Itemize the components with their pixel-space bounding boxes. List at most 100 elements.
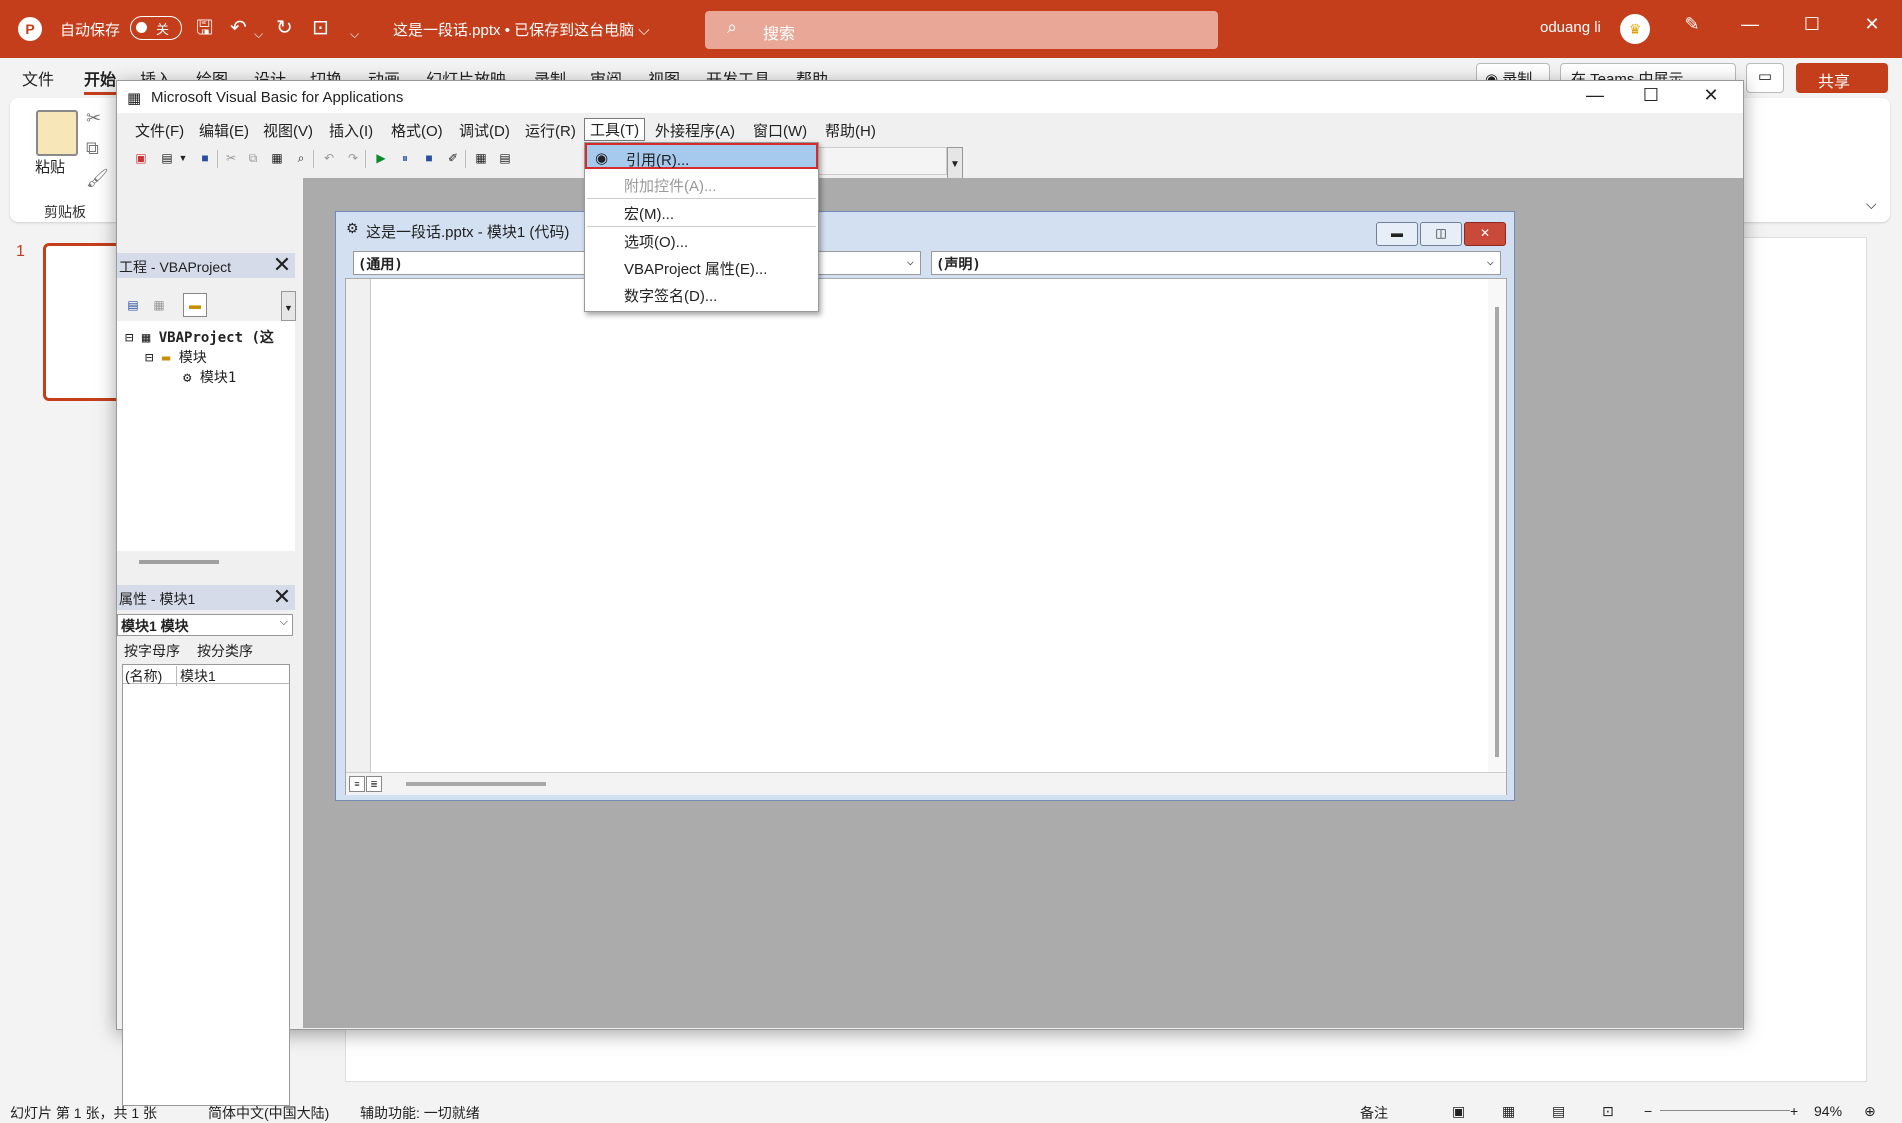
tree-folder-modules[interactable]: ⊟ ▬ 模块: [145, 347, 207, 367]
project-tree-hscrollbar[interactable]: [117, 551, 295, 573]
procedure-view-icon[interactable]: ≡: [349, 776, 365, 792]
slideshow-view-icon[interactable]: ⊡: [1602, 1103, 1614, 1120]
zoom-out-icon[interactable]: −: [1644, 1103, 1652, 1119]
vba-maximize-icon[interactable]: ☐: [1631, 85, 1671, 106]
vba-menu-edit[interactable]: 编辑(E): [199, 120, 249, 141]
pen-icon[interactable]: ✎: [1672, 14, 1712, 35]
procedure-combo[interactable]: (声明) ⌵: [931, 251, 1501, 275]
language-status[interactable]: 简体中文(中国大陆): [208, 1103, 329, 1123]
undo-dropdown-icon[interactable]: ⌵: [254, 22, 263, 46]
toolbar-overflow-icon[interactable]: ▼: [947, 147, 963, 179]
paste-icon[interactable]: [36, 110, 78, 156]
vba-close-icon[interactable]: ✕: [1691, 85, 1731, 106]
project-toolbar-overflow-icon[interactable]: ▼: [281, 291, 296, 321]
maximize-icon[interactable]: ☐: [1792, 14, 1832, 35]
format-painter-icon[interactable]: 🖌: [86, 168, 109, 189]
code-editor[interactable]: ≡ ≣: [345, 278, 1507, 795]
pause-icon[interactable]: ⏸: [397, 150, 413, 166]
vba-menu-file[interactable]: 文件(F): [135, 120, 184, 141]
menu-item-options[interactable]: 选项(O)...: [585, 227, 818, 253]
cut-icon[interactable]: ✂: [86, 108, 101, 129]
tab-alphabetic[interactable]: 按字母序: [124, 641, 180, 661]
share-button[interactable]: 共享: [1796, 63, 1888, 93]
accessibility-status[interactable]: 辅助功能: 一切就绪: [360, 1103, 480, 1123]
view-object-icon[interactable]: ▦: [147, 293, 171, 317]
slide-sorter-icon[interactable]: ▦: [1502, 1103, 1515, 1120]
toggle-folders-icon[interactable]: ▬: [183, 293, 207, 317]
zoom-in-icon[interactable]: +: [1790, 1103, 1798, 1119]
code-vscrollbar[interactable]: [1488, 279, 1506, 772]
zoom-level[interactable]: 94%: [1814, 1103, 1842, 1119]
copy-icon[interactable]: ⧉: [86, 138, 99, 159]
code-restore-icon[interactable]: ◫: [1420, 222, 1462, 246]
vba-minimize-icon[interactable]: —: [1575, 85, 1615, 106]
code-minimize-icon[interactable]: ▬: [1376, 222, 1418, 246]
customize-qat-icon[interactable]: ⌵: [350, 22, 359, 46]
properties-object-combo[interactable]: 模块1 模块 ⌵: [117, 614, 293, 636]
autosave-toggle[interactable]: 关: [130, 16, 182, 40]
project-pane-close-icon[interactable]: ✕: [271, 254, 293, 276]
redo-icon[interactable]: ↷: [345, 150, 361, 166]
view-code-icon[interactable]: ▤: [121, 293, 145, 317]
design-mode-icon[interactable]: ✐: [445, 150, 461, 166]
tree-module-1[interactable]: ⚙ 模块1: [183, 367, 236, 387]
search-box[interactable]: ⌕ 搜索: [705, 11, 1218, 49]
vba-menu-format[interactable]: 格式(O): [391, 120, 443, 141]
avatar[interactable]: ♛: [1620, 14, 1650, 44]
tab-file[interactable]: 文件: [22, 66, 54, 90]
view-powerpoint-icon[interactable]: ▣: [133, 150, 149, 166]
vba-menu-insert[interactable]: 插入(I): [329, 120, 373, 141]
save-project-icon[interactable]: ■: [197, 150, 213, 166]
fit-slide-icon[interactable]: ⊕: [1864, 1103, 1876, 1120]
undo-icon[interactable]: ↶: [230, 16, 247, 40]
ribbon-collapse-icon[interactable]: ⌵: [1866, 196, 1877, 213]
property-row-name[interactable]: (名称) 模块1: [123, 665, 289, 686]
present-icon[interactable]: ⊡: [312, 16, 329, 40]
vba-menu-run[interactable]: 运行(R): [525, 120, 576, 141]
document-title[interactable]: 这是一段话.pptx • 已保存到这台电脑 ⌵: [393, 19, 650, 40]
insert-module-icon[interactable]: ▤: [159, 150, 175, 166]
tree-root[interactable]: ⊟ ▦ VBAProject (这: [125, 327, 274, 347]
code-margin[interactable]: [346, 279, 371, 772]
zoom-slider[interactable]: [1660, 1110, 1790, 1111]
copy-icon[interactable]: ⧉: [245, 150, 261, 166]
tab-home[interactable]: 开始: [84, 66, 117, 95]
reading-view-icon[interactable]: ▤: [1552, 1103, 1565, 1120]
comments-icon[interactable]: ▭: [1746, 63, 1784, 93]
vba-menu-tools[interactable]: 工具(T): [584, 118, 646, 141]
paste-icon[interactable]: ▦: [269, 150, 285, 166]
save-icon[interactable]: 🖫: [196, 16, 213, 40]
properties-pane-close-icon[interactable]: ✕: [271, 586, 293, 608]
find-icon[interactable]: ⌕: [293, 150, 309, 166]
full-module-view-icon[interactable]: ≣: [366, 776, 382, 792]
vba-menu-addins[interactable]: 外接程序(A): [655, 120, 735, 141]
vba-menu-help[interactable]: 帮助(H): [825, 120, 876, 141]
menu-item-macros[interactable]: 宏(M)...: [585, 199, 818, 225]
vba-menu-window[interactable]: 窗口(W): [753, 120, 807, 141]
insert-dropdown-icon[interactable]: ▼: [175, 150, 191, 166]
code-close-icon[interactable]: ✕: [1464, 222, 1506, 246]
run-icon[interactable]: ▶: [373, 150, 389, 166]
notes-button[interactable]: 备注: [1360, 1103, 1388, 1123]
vba-menu-view[interactable]: 视图(V): [263, 120, 313, 141]
paste-label[interactable]: 粘贴: [35, 156, 65, 177]
stop-icon[interactable]: ■: [421, 150, 437, 166]
menu-item-references[interactable]: ◉ 引用(R)...: [585, 143, 818, 169]
menu-item-additional-controls[interactable]: 附加控件(A)...: [585, 171, 818, 197]
slide-thumbnail[interactable]: [43, 243, 123, 401]
cut-icon[interactable]: ✂: [223, 150, 239, 166]
property-value[interactable]: 模块1: [176, 666, 216, 686]
menu-item-digital-signature[interactable]: 数字签名(D)...: [585, 281, 818, 307]
minimize-icon[interactable]: —: [1730, 14, 1770, 35]
user-name[interactable]: oduang li: [1540, 19, 1601, 36]
normal-view-icon[interactable]: ▣: [1452, 1103, 1465, 1120]
properties-window-icon[interactable]: ▤: [497, 150, 513, 166]
project-explorer-icon[interactable]: ▦: [473, 150, 489, 166]
tab-categorized[interactable]: 按分类序: [197, 641, 253, 661]
code-hscrollbar[interactable]: ≡ ≣: [346, 772, 1506, 795]
undo-icon[interactable]: ↶: [321, 150, 337, 166]
close-icon[interactable]: ✕: [1852, 14, 1892, 35]
vba-menu-debug[interactable]: 调试(D): [459, 120, 510, 141]
redo-icon[interactable]: ↻: [276, 16, 293, 40]
menu-item-project-properties[interactable]: VBAProject 属性(E)...: [585, 254, 818, 280]
